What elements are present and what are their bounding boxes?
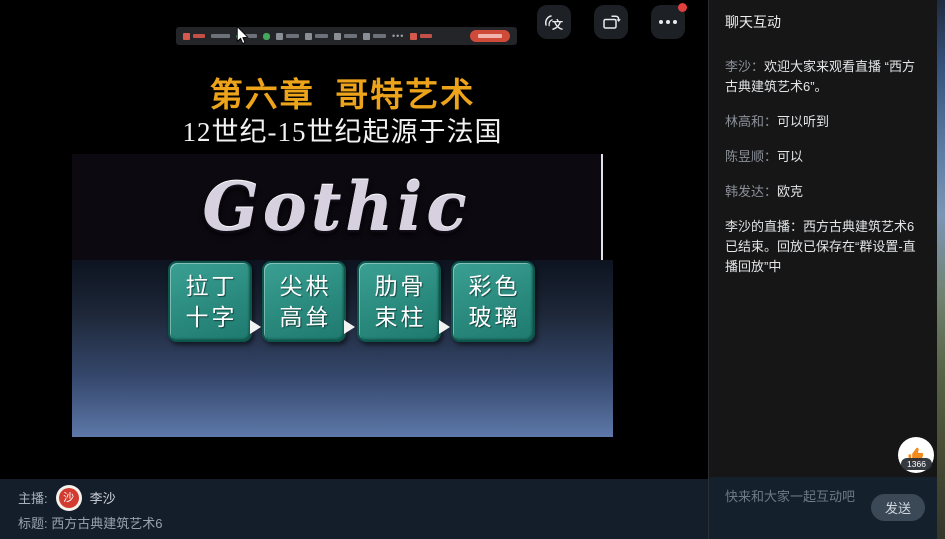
host-name: 李沙 bbox=[90, 488, 116, 507]
svg-text:文: 文 bbox=[552, 18, 564, 32]
like-count-badge: 1366 bbox=[901, 458, 932, 470]
chat-message-input[interactable] bbox=[725, 489, 865, 504]
arrow-right-icon bbox=[439, 320, 450, 334]
keyword-line: 十字 bbox=[183, 302, 238, 333]
keyword-line: 束柱 bbox=[372, 302, 427, 333]
end-meeting-button bbox=[470, 30, 510, 42]
host-label: 主播: bbox=[18, 488, 48, 507]
arrow-right-icon bbox=[344, 320, 355, 334]
slide-subtitle: 12世纪-15世纪起源于法国 bbox=[72, 110, 613, 149]
keyword-line: 拉丁 bbox=[183, 271, 238, 302]
notification-dot bbox=[678, 3, 687, 12]
chat-text: 欧克 bbox=[777, 184, 803, 199]
live-stream-window: ••• 第六章 哥特艺术 12世纪-15世纪起源于法国 Gothic 拉丁 十字… bbox=[0, 0, 945, 539]
gothic-banner-image: Gothic bbox=[72, 154, 603, 260]
stream-title: 西方古典建筑艺术6 bbox=[51, 516, 162, 531]
keyword-line: 高耸 bbox=[277, 302, 332, 333]
chat-message: 林高和：可以听到 bbox=[725, 112, 921, 132]
arrow-right-icon bbox=[250, 320, 261, 334]
chat-input-bar: 发送 bbox=[708, 477, 937, 539]
chat-message-list[interactable]: 李沙：欢迎大家来观看直播 “西方古典建筑艺术6”。 林高和：可以听到 陈昱顺：可… bbox=[709, 32, 937, 292]
video-stage: ••• 第六章 哥特艺术 12世纪-15世纪起源于法国 Gothic 拉丁 十字… bbox=[0, 0, 708, 479]
more-icon: ••• bbox=[392, 32, 404, 41]
more-icon bbox=[659, 20, 677, 24]
keyword-box-stained-glass: 彩色 玻璃 bbox=[451, 261, 535, 342]
desktop-wallpaper-strip bbox=[937, 0, 945, 539]
chat-sender: 李沙： bbox=[725, 59, 764, 74]
leave-meeting-icon bbox=[410, 33, 432, 40]
keyword-box-latin-cross: 拉丁 十字 bbox=[168, 261, 252, 342]
keyword-box-rib-vault: 肋骨 束柱 bbox=[357, 261, 441, 342]
subtitle-translate-button[interactable]: 文 bbox=[537, 5, 571, 39]
keyword-line: 彩色 bbox=[466, 271, 521, 302]
chat-icon bbox=[363, 33, 386, 40]
keyword-box-pointed-arch: 尖栱 高耸 bbox=[262, 261, 346, 342]
chat-message: 李沙：欢迎大家来观看直播 “西方古典建筑艺术6”。 bbox=[725, 57, 921, 97]
share-screen-icon bbox=[305, 33, 328, 40]
members-icon bbox=[334, 33, 357, 40]
stream-title-line: 标题: 西方古典建筑艺术6 bbox=[0, 509, 708, 532]
meeting-signal-icon bbox=[183, 33, 205, 40]
chat-sender: 韩发达： bbox=[725, 184, 777, 199]
seal-stamp-icon: 沙 bbox=[59, 488, 79, 508]
chat-message: 韩发达：欧克 bbox=[725, 182, 921, 202]
keyword-line: 肋骨 bbox=[372, 271, 427, 302]
send-button[interactable]: 发送 bbox=[871, 494, 925, 521]
host-info-bar: 主播: 沙 李沙 标题: 西方古典建筑艺术6 bbox=[0, 479, 708, 539]
slide-chapter-title: 第六章 哥特艺术 bbox=[72, 68, 613, 116]
camera-icon bbox=[276, 33, 299, 40]
host-avatar: 沙 bbox=[56, 485, 82, 511]
gothic-banner-text: Gothic bbox=[202, 168, 470, 246]
keyword-line: 尖栱 bbox=[277, 271, 332, 302]
chat-panel-title: 聊天互动 bbox=[709, 0, 937, 32]
chat-system-message: 李沙的直播：西方古典建筑艺术6 已结束。回放已保存在“群设置-直播回放”中 bbox=[725, 217, 921, 277]
rotate-screen-icon bbox=[601, 13, 621, 32]
chat-text: 可以听到 bbox=[777, 114, 829, 129]
chat-text: 可以 bbox=[777, 149, 803, 164]
chat-message: 陈昱顺：可以 bbox=[725, 147, 921, 167]
screenshare-meeting-toolbar: ••• bbox=[176, 27, 517, 45]
subtitle-translate-icon: 文 bbox=[543, 12, 565, 32]
mic-icon bbox=[263, 33, 270, 40]
chat-sender: 陈昱顺： bbox=[725, 149, 777, 164]
chat-sender: 林高和： bbox=[725, 114, 777, 129]
rotate-screen-button[interactable] bbox=[594, 5, 628, 39]
mouse-cursor bbox=[236, 26, 249, 45]
stream-title-label: 标题: bbox=[18, 516, 48, 531]
chat-sender: 李沙的直播： bbox=[725, 219, 803, 234]
chat-panel: 聊天互动 李沙：欢迎大家来观看直播 “西方古典建筑艺术6”。 林高和：可以听到 … bbox=[708, 0, 937, 477]
keyword-line: 玻璃 bbox=[466, 302, 521, 333]
meeting-timer bbox=[211, 34, 230, 38]
